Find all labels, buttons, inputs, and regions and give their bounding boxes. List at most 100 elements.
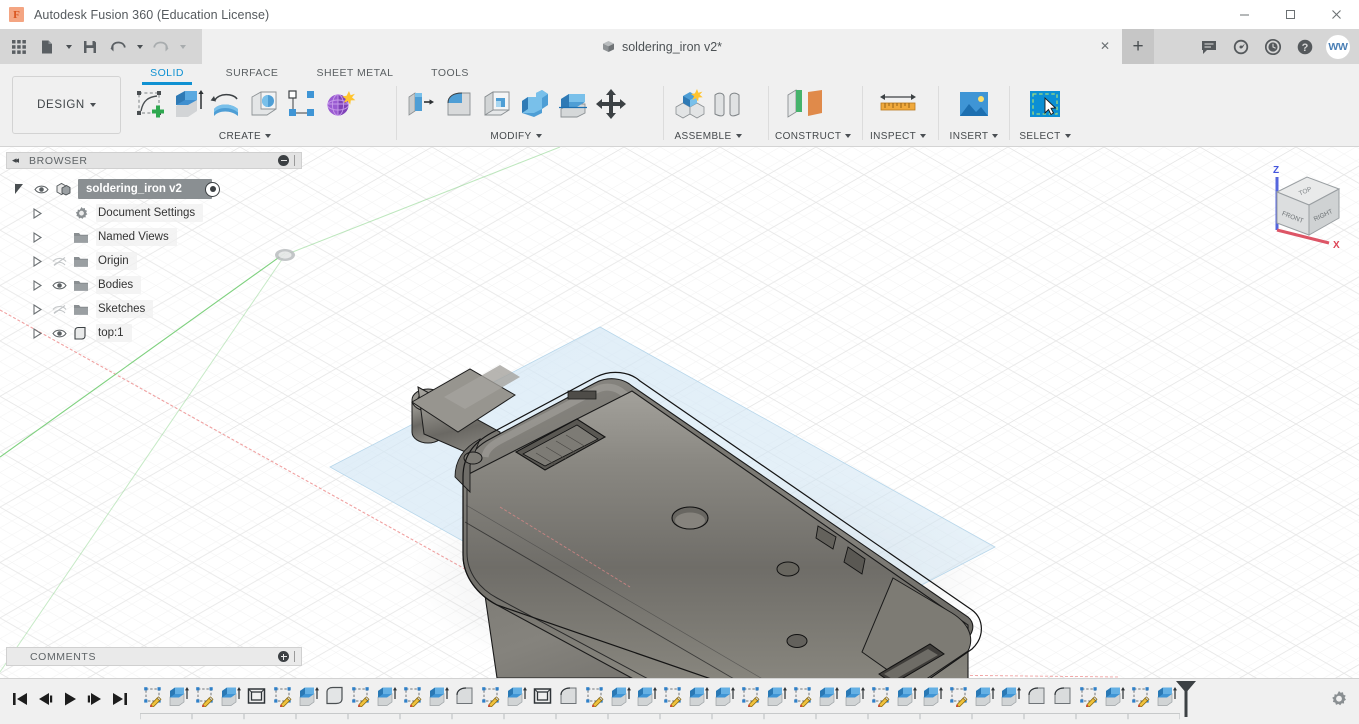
timeline-feature-extrude[interactable] [608, 681, 634, 711]
expand-arrow-icon[interactable] [26, 207, 48, 219]
timeline-feature-sketch[interactable] [868, 681, 894, 711]
expand-arrow-icon[interactable] [26, 231, 48, 243]
tree-node-bodies[interactable]: Bodies [8, 273, 300, 297]
avatar[interactable]: WW [1326, 34, 1350, 59]
visibility-eye-icon[interactable] [48, 280, 70, 291]
inspect-panel-label[interactable]: INSPECT [870, 128, 927, 144]
timeline-feature-extrude[interactable] [634, 681, 660, 711]
create-panel-label[interactable]: CREATE [131, 128, 359, 144]
expand-arrow-icon[interactable] [8, 183, 30, 195]
grid-menu-icon[interactable] [6, 33, 32, 60]
timeline-feature-sketch[interactable] [478, 681, 504, 711]
close-button[interactable] [1313, 0, 1359, 29]
timeline-feature-body[interactable] [322, 681, 348, 711]
assemble-panel-label[interactable]: ASSEMBLE [670, 128, 746, 144]
add-comment-icon[interactable] [278, 651, 289, 662]
timeline-feature-fillet[interactable] [556, 681, 582, 711]
timeline-feature-extrude[interactable] [920, 681, 946, 711]
browser-minimize-icon[interactable] [278, 155, 289, 166]
timeline-feature-sketch[interactable] [400, 681, 426, 711]
timeline-feature-extrude[interactable] [296, 681, 322, 711]
timeline-feature-sketch[interactable] [582, 681, 608, 711]
tree-node-sketches[interactable]: Sketches [8, 297, 300, 321]
expand-arrow-icon[interactable] [26, 303, 48, 315]
timeline-end-button[interactable] [107, 685, 132, 713]
construct-panel-label[interactable]: CONSTRUCT [775, 128, 852, 144]
timeline-feature-sketch[interactable] [1076, 681, 1102, 711]
create-sketch-tool[interactable] [131, 82, 169, 126]
document-tab[interactable]: soldering_iron v2* ✕ [202, 29, 1122, 64]
document-tab-close-icon[interactable]: ✕ [1100, 40, 1110, 52]
modify-panel-label[interactable]: MODIFY [402, 128, 630, 144]
minimize-button[interactable] [1221, 0, 1267, 29]
dashboard-icon[interactable] [1226, 32, 1256, 62]
tree-node-origin[interactable]: Origin [8, 249, 300, 273]
activate-component-radio[interactable] [205, 181, 220, 197]
split-face-tool[interactable] [554, 82, 592, 126]
timeline-feature-sketch[interactable] [790, 681, 816, 711]
timeline-feature-extrude[interactable] [166, 681, 192, 711]
tree-node-top-1[interactable]: top:1 [8, 321, 300, 345]
joint-tool[interactable] [708, 82, 746, 126]
workspace-switcher[interactable]: DESIGN [12, 76, 121, 134]
recent-activity-icon[interactable] [1258, 32, 1288, 62]
view-cube[interactable]: Z X TOP FRONT RIGHT [1249, 155, 1353, 255]
ribbon-tab-solid[interactable]: SOLID [138, 64, 196, 85]
timeline-feature-extrude[interactable] [1102, 681, 1128, 711]
expand-arrow-icon[interactable] [26, 255, 48, 267]
timeline-feature-sketch[interactable] [946, 681, 972, 711]
tree-node-soldering-iron[interactable]: soldering_iron v2 [8, 177, 300, 201]
tree-node-named-views[interactable]: Named Views [8, 225, 300, 249]
redo-dropdown-arrow[interactable] [176, 33, 189, 60]
timeline-feature-extrude[interactable] [504, 681, 530, 711]
offset-plane-tool[interactable] [775, 82, 837, 126]
expand-arrow-icon[interactable] [26, 279, 48, 291]
form-tool[interactable] [321, 82, 359, 126]
timeline-feature-fillet[interactable] [1024, 681, 1050, 711]
timeline-feature-sketch[interactable] [270, 681, 296, 711]
measure-tool[interactable] [870, 82, 926, 126]
timeline-feature-sketch[interactable] [192, 681, 218, 711]
pattern-tool[interactable] [283, 82, 321, 126]
file-dropdown-arrow[interactable] [62, 33, 75, 60]
select-panel-label[interactable]: SELECT [1017, 128, 1073, 144]
undo-icon[interactable] [105, 33, 131, 60]
timeline-feature-sketch[interactable] [1128, 681, 1154, 711]
browser-collapse-icon[interactable]: ◂◂ [12, 155, 19, 166]
timeline-feature-extrude[interactable] [712, 681, 738, 711]
extrude-tool[interactable] [169, 82, 207, 126]
press-pull-tool[interactable] [402, 82, 440, 126]
timeline-feature-box[interactable] [530, 681, 556, 711]
timeline-feature-extrude[interactable] [816, 681, 842, 711]
timeline-settings-gear-icon[interactable] [1329, 689, 1349, 709]
browser-resize-grip[interactable] [294, 155, 296, 166]
ribbon-tab-tools[interactable]: TOOLS [425, 64, 475, 82]
tree-node-document-settings[interactable]: Document Settings [8, 201, 300, 225]
timeline-play-button[interactable] [57, 685, 82, 713]
expand-arrow-icon[interactable] [26, 327, 48, 339]
comments-resize-grip[interactable] [294, 651, 296, 662]
timeline-feature-extrude[interactable] [686, 681, 712, 711]
new-tab-button[interactable]: + [1122, 29, 1154, 64]
ribbon-tab-sheet-metal[interactable]: SHEET METAL [309, 64, 401, 82]
timeline-feature-sketch[interactable] [140, 681, 166, 711]
save-icon[interactable] [77, 33, 103, 60]
timeline-feature-extrude[interactable] [426, 681, 452, 711]
timeline-feature-fillet[interactable] [452, 681, 478, 711]
undo-dropdown-arrow[interactable] [133, 33, 146, 60]
ribbon-tab-surface[interactable]: SURFACE [215, 64, 289, 82]
revolve-tool[interactable] [207, 82, 245, 126]
timeline-feature-extrude[interactable] [998, 681, 1024, 711]
file-icon[interactable] [34, 33, 60, 60]
shell-tool[interactable] [478, 82, 516, 126]
timeline-feature-sketch[interactable] [660, 681, 686, 711]
timeline-feature-extrude[interactable] [894, 681, 920, 711]
visibility-eye-icon[interactable] [48, 328, 70, 339]
insert-panel-label[interactable]: INSERT [946, 128, 1002, 144]
timeline-feature-extrude[interactable] [842, 681, 868, 711]
visibility-eye-off-icon[interactable] [48, 256, 70, 267]
select-tool[interactable] [1017, 82, 1073, 126]
move-copy-tool[interactable] [592, 82, 630, 126]
redo-icon[interactable] [148, 33, 174, 60]
comment-icon[interactable] [1194, 32, 1224, 62]
